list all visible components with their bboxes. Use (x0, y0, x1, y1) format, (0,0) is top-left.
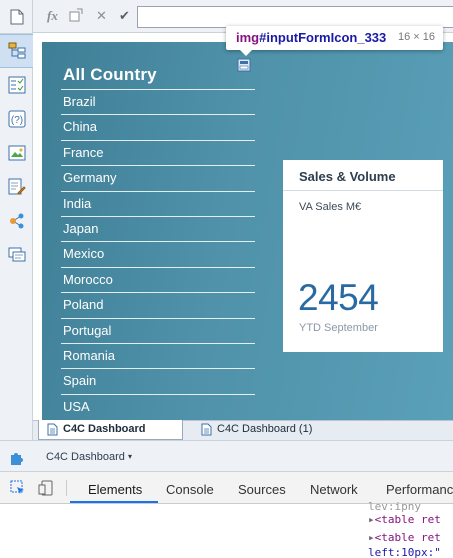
document-icon (10, 9, 23, 24)
app-selector[interactable]: C4C Dashboard (46, 451, 125, 463)
country-list-item[interactable]: Romania (61, 343, 255, 368)
new-doc-button[interactable] (0, 0, 33, 34)
sheet-tab-active[interactable]: C4C Dashboard (38, 420, 183, 440)
devtools-tab-elements[interactable]: Elements (88, 482, 142, 497)
country-list-item[interactable]: China (61, 114, 255, 139)
country-list-title: All Country (63, 65, 157, 84)
puzzle-icon[interactable] (9, 450, 25, 466)
share-button[interactable] (0, 204, 33, 238)
comments-icon (8, 247, 25, 262)
country-list-item[interactable]: USA (61, 393, 255, 419)
sheet-tab-label: C4C Dashboard (63, 423, 146, 435)
tooltip-arrow (240, 50, 252, 56)
layout-tree-icon (8, 42, 25, 59)
country-list-item[interactable]: Portugal (61, 317, 255, 343)
edit-icon (8, 178, 26, 195)
kpi-card-header: Sales & Volume (283, 160, 443, 191)
devtools-tab-network[interactable]: Network (310, 482, 358, 497)
country-list-item[interactable]: Spain (61, 368, 255, 393)
devtools-tab-performance[interactable]: Performanc (386, 482, 453, 497)
help-icon: (?) (8, 110, 25, 128)
chevron-down-icon[interactable]: ▾ (128, 452, 132, 461)
dom-node[interactable]: ▸<table ret (368, 531, 441, 544)
sheet-icon (201, 423, 212, 436)
expand-triangle-icon[interactable]: ▸ (368, 531, 375, 544)
svg-text:(?): (?) (10, 115, 22, 126)
country-list-item[interactable]: Brazil (61, 89, 255, 114)
country-list-item[interactable]: Poland (61, 292, 255, 317)
formula-input[interactable] (137, 6, 453, 28)
code-line: left:10px:" (368, 546, 441, 558)
sheet-tab[interactable]: C4C Dashboard (1) (193, 420, 333, 440)
country-list-item[interactable]: Morocco (61, 266, 255, 292)
dom-node[interactable]: ▸<table ret (368, 513, 441, 526)
sheet-tab-label: C4C Dashboard (1) (217, 423, 313, 435)
sheet-icon (47, 423, 58, 436)
kpi-card: Sales & Volume VA Sales M€ 2454 YTD Sept… (283, 160, 443, 352)
app-status-bar: C4C Dashboard ▾ (0, 440, 453, 472)
comments-button[interactable] (0, 238, 33, 272)
left-toolbar: (?) (0, 0, 33, 440)
app-window: (?) fx ✕ ✔ All Country Brazil China France… (0, 0, 453, 558)
layout-button[interactable] (0, 34, 33, 68)
country-list-item[interactable]: India (61, 190, 255, 216)
country-list-item[interactable]: France (61, 139, 255, 165)
help-button[interactable]: (?) (0, 102, 33, 136)
devtools-elements-panel: lev:ipny ▸<table ret ▸<table ret left:10… (0, 500, 453, 558)
active-tab-indicator (70, 501, 158, 503)
country-list-item[interactable]: Mexico (61, 241, 255, 266)
device-toggle-icon[interactable] (38, 480, 54, 496)
tooltip-selector: img#inputFormIcon_333 (236, 30, 387, 45)
sheet-tabs-bar: C4C Dashboard C4C Dashboard (1) (33, 420, 453, 440)
country-list-item[interactable]: Japan (61, 216, 255, 241)
image-icon (8, 145, 25, 161)
expand-triangle-icon[interactable]: ▸ (368, 513, 375, 526)
function-icon[interactable]: fx (47, 8, 58, 24)
input-form-icon[interactable] (237, 58, 251, 72)
insert-formula-icon[interactable] (69, 8, 83, 25)
tooltip-size: 16 × 16 (397, 31, 435, 43)
image-button[interactable] (0, 136, 33, 170)
devtools-separator (66, 480, 67, 496)
inspect-tooltip: img#inputFormIcon_333 16 × 16 (226, 26, 443, 50)
kpi-card-title: Sales & Volume (299, 169, 396, 184)
kpi-card-subtitle: VA Sales M€ (299, 201, 362, 213)
checklist-icon (8, 76, 25, 94)
edit-button[interactable] (0, 170, 33, 204)
country-list-item[interactable]: Germany (61, 165, 255, 190)
check-icon[interactable]: ✔ (119, 8, 130, 24)
devtools-tab-console[interactable]: Console (166, 482, 214, 497)
inspect-element-icon[interactable] (10, 480, 26, 496)
kpi-footnote: YTD September (299, 322, 378, 334)
close-icon[interactable]: ✕ (96, 8, 107, 24)
share-network-icon (9, 213, 23, 229)
kpi-value: 2454 (298, 277, 379, 318)
devtools-tab-sources[interactable]: Sources (238, 482, 286, 497)
checklist-button[interactable] (0, 68, 33, 102)
code-line: lev:ipny (368, 500, 421, 513)
